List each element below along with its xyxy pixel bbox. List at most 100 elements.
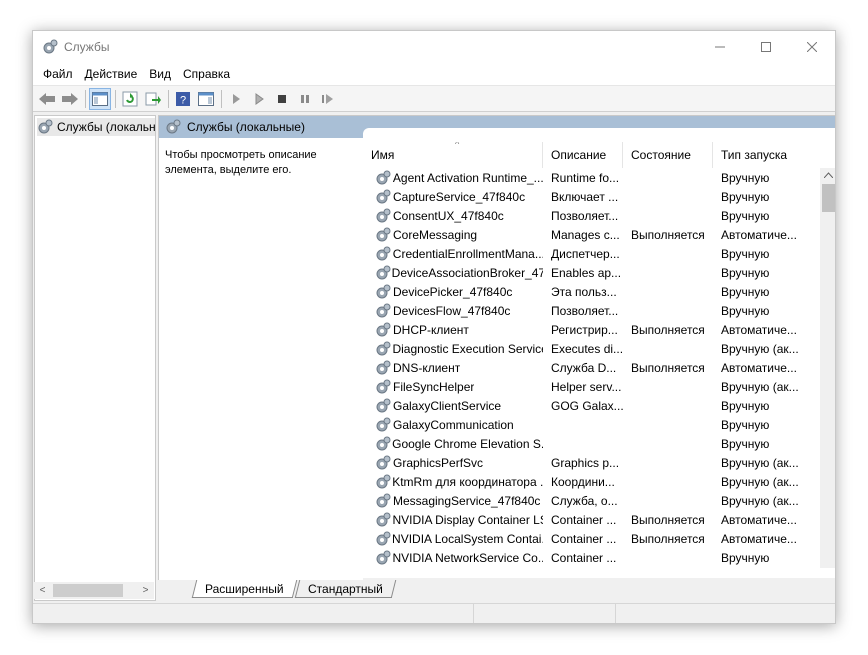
status-segment (474, 604, 616, 623)
description-area: Чтобы просмотреть описание элемента, выд… (159, 138, 363, 578)
service-startup-type: Вручную (721, 170, 770, 185)
service-gear-icon (375, 379, 393, 395)
close-button[interactable] (789, 31, 835, 63)
service-gear-icon (375, 246, 393, 262)
service-name: GraphicsPerfSvc (393, 455, 484, 470)
table-row[interactable]: DevicesFlow_47f840c Позволяет... Вручную (363, 301, 823, 320)
service-state: Выполняется (631, 360, 705, 375)
tree-item-services-local[interactable]: Службы (локальны (37, 118, 156, 136)
table-row[interactable]: DevicePicker_47f840c Эта польз... Вручную (363, 282, 823, 301)
service-name-cell: ConsentUX_47f840c (363, 208, 543, 224)
scroll-left-arrow-icon[interactable]: < (34, 585, 51, 596)
table-row[interactable]: FileSyncHelper Helper serv... Вручную (ак.… (363, 377, 823, 396)
table-row[interactable]: KtmRm для координатора ... Координи... Вру… (363, 472, 823, 491)
table-row[interactable]: DeviceAssociationBroker_47... Enables ap.… (363, 263, 823, 282)
service-name-cell: DevicePicker_47f840c (363, 284, 543, 300)
scroll-thumb[interactable] (53, 584, 123, 597)
start-service-button[interactable] (225, 88, 247, 110)
forward-button[interactable] (59, 88, 81, 110)
column-header-description[interactable]: Описание (543, 142, 623, 168)
scroll-thumb[interactable] (822, 184, 835, 212)
table-row[interactable]: Diagnostic Execution Service Executes di.… (363, 339, 823, 358)
stop-service-button[interactable] (271, 88, 293, 110)
tree-item-label: Службы (локальны (57, 120, 156, 134)
table-row[interactable]: GraphicsPerfSvc Graphics p... Вручную (ак.… (363, 453, 823, 472)
gear-icon (42, 39, 58, 55)
service-gear-icon (375, 341, 392, 357)
table-row[interactable]: CoreMessaging Manages c... Выполняется Авто… (363, 225, 823, 244)
title-bar[interactable]: Службы (33, 31, 835, 63)
service-gear-icon (375, 189, 393, 205)
service-gear-icon (375, 208, 393, 224)
column-header-name-label: Имя (371, 148, 395, 162)
column-header-startup[interactable]: Тип запуска (713, 142, 823, 168)
list-vertical-scrollbar[interactable] (820, 168, 835, 568)
back-button[interactable] (36, 88, 58, 110)
service-description: Диспетчер... (551, 246, 620, 261)
export-list-button[interactable] (142, 88, 164, 110)
column-header-name[interactable]: ^ Имя (363, 142, 543, 168)
table-row[interactable]: NVIDIA LocalSystem Contai... Container ..… (363, 529, 823, 548)
scroll-up-arrow-icon[interactable] (820, 168, 835, 182)
table-row[interactable]: ConsentUX_47f840c Позволяет... Вручную (363, 206, 823, 225)
tab-standard[interactable]: Стандартный (294, 580, 396, 598)
restart-service-button[interactable] (317, 88, 339, 110)
scroll-down-arrow-icon[interactable] (820, 564, 835, 568)
table-row[interactable]: NVIDIA Display Container LS Container ...… (363, 510, 823, 529)
service-startup-type: Автоматиче... (721, 512, 797, 527)
service-description: Служба, о... (551, 493, 618, 508)
tree-horizontal-scrollbar[interactable]: < > (34, 582, 154, 599)
service-startup-type: Вручную (721, 265, 770, 280)
table-row[interactable]: GalaxyCommunication Вручную (363, 415, 823, 434)
show-action-pane-button[interactable] (195, 88, 217, 110)
toolbar: ? (33, 85, 835, 112)
service-gear-icon (375, 474, 392, 490)
table-row[interactable]: DNS-клиент Служба D... Выполняется Автомати… (363, 358, 823, 377)
window-title: Службы (64, 40, 110, 54)
show-console-tree-button[interactable] (89, 87, 111, 110)
table-row[interactable]: CaptureService_47f840c Включает ... Вручну… (363, 187, 823, 206)
minimize-button[interactable] (697, 31, 743, 63)
service-gear-icon (375, 531, 392, 547)
service-name: GalaxyClientService (393, 398, 502, 413)
description-text: Чтобы просмотреть описание элемента, выд… (165, 149, 317, 176)
pause-service-button[interactable] (294, 88, 316, 110)
service-name: Agent Activation Runtime_... (392, 170, 543, 185)
service-name: KtmRm для координатора ... (392, 474, 543, 489)
service-startup-type: Вручную (721, 398, 770, 413)
help-button[interactable]: ? (172, 88, 194, 110)
table-row[interactable]: GalaxyClientService GOG Galax... Вручную (363, 396, 823, 415)
toolbar-separator (85, 89, 86, 108)
service-name-cell: DevicesFlow_47f840c (363, 303, 543, 319)
menu-help[interactable]: Справка (177, 65, 236, 83)
table-row[interactable]: Google Chrome Elevation S... Вручную (363, 434, 823, 453)
menu-file[interactable]: Файл (37, 65, 79, 83)
scroll-right-arrow-icon[interactable]: > (137, 585, 154, 596)
service-name-cell: KtmRm для координатора ... (363, 474, 543, 490)
menu-view[interactable]: Вид (143, 65, 177, 83)
menu-action[interactable]: Действие (79, 65, 144, 83)
refresh-button[interactable] (119, 88, 141, 110)
table-row[interactable]: CredentialEnrollmentMana... Диспетчер... В… (363, 244, 823, 263)
start-service-alt-button[interactable] (248, 88, 270, 110)
service-name-cell: CoreMessaging (363, 227, 543, 243)
service-state: Выполняется (631, 227, 705, 242)
service-description: Enables ap... (551, 265, 622, 280)
service-name-cell: CredentialEnrollmentMana... (363, 246, 543, 262)
service-startup-type: Вручную (721, 208, 770, 223)
service-name-cell: Agent Activation Runtime_... (363, 170, 543, 186)
gear-icon (38, 119, 53, 134)
service-name: FileSyncHelper (393, 379, 475, 394)
maximize-button[interactable] (743, 31, 789, 63)
tab-extended[interactable]: Расширенный (191, 580, 297, 598)
table-row[interactable]: DHCP-клиент Регистрир... Выполняется Автома… (363, 320, 823, 339)
service-name-cell: DNS-клиент (363, 360, 543, 376)
column-header-state[interactable]: Состояние (623, 142, 713, 168)
details-pane: Службы (локальные) Чтобы просмотреть опи… (158, 115, 835, 601)
table-row[interactable]: NVIDIA NetworkService Co... Container ...… (363, 548, 823, 567)
service-startup-type: Вручную (ак... (721, 341, 799, 356)
service-gear-icon (375, 303, 393, 319)
export-icon (145, 92, 161, 105)
table-row[interactable]: Agent Activation Runtime_... Runtime fo..… (363, 168, 823, 187)
table-row[interactable]: MessagingService_47f840c Служба, о... Вруч… (363, 491, 823, 510)
